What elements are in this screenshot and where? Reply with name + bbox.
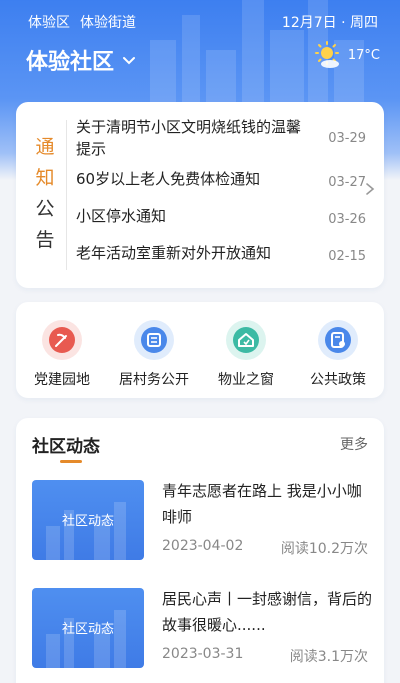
service-party-building[interactable]: 党建园地 — [21, 320, 103, 398]
street-label: 体验街道 — [80, 15, 136, 31]
title-underline — [60, 460, 82, 463]
notice-text: 老年活动室重新对外开放通知 — [76, 244, 272, 262]
notice-label-char: 知 — [35, 167, 55, 189]
community-selector[interactable]: 体验社区 — [26, 44, 136, 76]
news-reads: 阅读10.2万次 — [280, 541, 368, 557]
news-title: 青年志愿者在路上 我是小小咖啡师 — [162, 482, 362, 526]
notice-label-char: 公 — [35, 198, 55, 220]
notice-card: 通 知 公 告 关于清明节小区文明烧纸钱的温馨提示 03-29 60岁以上老人免… — [16, 102, 384, 288]
notice-date: 02-15 — [328, 249, 366, 264]
chevron-down-icon — [123, 57, 136, 65]
notice-text: 关于清明节小区文明烧纸钱的温馨提示 — [76, 118, 302, 158]
notice-item[interactable]: 60岁以上老人免费体检通知 03-27 — [76, 168, 366, 194]
service-label: 居村务公开 — [119, 372, 189, 388]
notice-item[interactable]: 老年活动室重新对外开放通知 02-15 — [76, 242, 366, 268]
news-header: 社区动态 更多 — [32, 432, 368, 463]
service-label: 物业之窗 — [218, 372, 274, 388]
notice-list: 关于清明节小区文明烧纸钱的温馨提示 03-29 60岁以上老人免费体检通知 03… — [76, 116, 366, 268]
location-breadcrumb[interactable]: 体验区 体验街道 — [28, 12, 146, 32]
news-thumbnail: 社区动态 — [32, 588, 144, 668]
service-label: 党建园地 — [34, 372, 90, 388]
more-link[interactable]: 更多 — [340, 434, 368, 454]
news-date: 2023-04-02 — [162, 538, 244, 554]
notice-date: 03-27 — [328, 175, 366, 190]
notice-label: 通 知 公 告 — [30, 132, 60, 256]
notice-label-char: 通 — [35, 136, 55, 158]
notice-label-char: 告 — [35, 229, 55, 251]
policy-doc-icon — [318, 320, 358, 360]
service-village-affairs[interactable]: 居村务公开 — [113, 320, 195, 398]
divider — [66, 120, 67, 270]
community-name: 体验社区 — [26, 50, 115, 75]
news-item[interactable]: 社区动态 居民心声丨一封感谢信，背后的故事很暖心...... 2023-03-3… — [32, 588, 372, 670]
notice-item[interactable]: 关于清明节小区文明烧纸钱的温馨提示 03-29 — [76, 116, 366, 160]
temperature: 17°C — [347, 47, 380, 63]
news-meta: 2023-03-31 阅读3.1万次 — [162, 646, 368, 666]
news-thumbnail: 社区动态 — [32, 480, 144, 560]
notice-date: 03-26 — [328, 212, 366, 227]
news-date: 2023-03-31 — [162, 646, 244, 662]
service-property-window[interactable]: 物业之窗 — [205, 320, 287, 398]
news-meta: 2023-04-02 阅读10.2万次 — [162, 538, 368, 558]
service-label: 公共政策 — [310, 372, 366, 388]
news-item[interactable]: 社区动态 青年志愿者在路上 我是小小咖啡师 2023-04-02 阅读10.2万… — [32, 480, 368, 562]
news-reads: 阅读3.1万次 — [289, 649, 368, 665]
skyline-decoration — [270, 30, 304, 110]
notice-text: 60岁以上老人免费体检通知 — [76, 170, 261, 188]
skyline-decoration — [206, 50, 236, 110]
skyline-decoration — [150, 40, 176, 110]
services-card: 党建园地 居村务公开 物业之窗 公共政策 — [16, 302, 384, 398]
date-label: 12月7日 · 周四 — [281, 15, 378, 31]
thumbnail-label: 社区动态 — [61, 622, 114, 637]
party-flag-icon — [42, 320, 82, 360]
notice-date: 03-29 — [328, 131, 366, 146]
sun-cloud-icon — [314, 41, 339, 68]
house-icon — [226, 320, 266, 360]
thumbnail-label: 社区动态 — [61, 514, 114, 529]
notice-board-icon — [134, 320, 174, 360]
news-card: 社区动态 更多 社区动态 青年志愿者在路上 我是小小咖啡师 2023-04-02… — [16, 418, 384, 683]
service-public-policy[interactable]: 公共政策 — [297, 320, 379, 398]
news-title: 居民心声丨一封感谢信，背后的故事很暖心...... — [162, 590, 373, 634]
chevron-right-icon[interactable] — [364, 182, 376, 196]
status-line: 体验区 体验街道 12月7日 · 周四 — [0, 12, 400, 32]
notice-text: 小区停水通知 — [76, 207, 167, 225]
section-title: 社区动态 — [32, 437, 100, 457]
notice-item[interactable]: 小区停水通知 03-26 — [76, 205, 366, 231]
district-label: 体验区 — [28, 15, 70, 31]
weather-widget: 17°C — [312, 40, 380, 70]
